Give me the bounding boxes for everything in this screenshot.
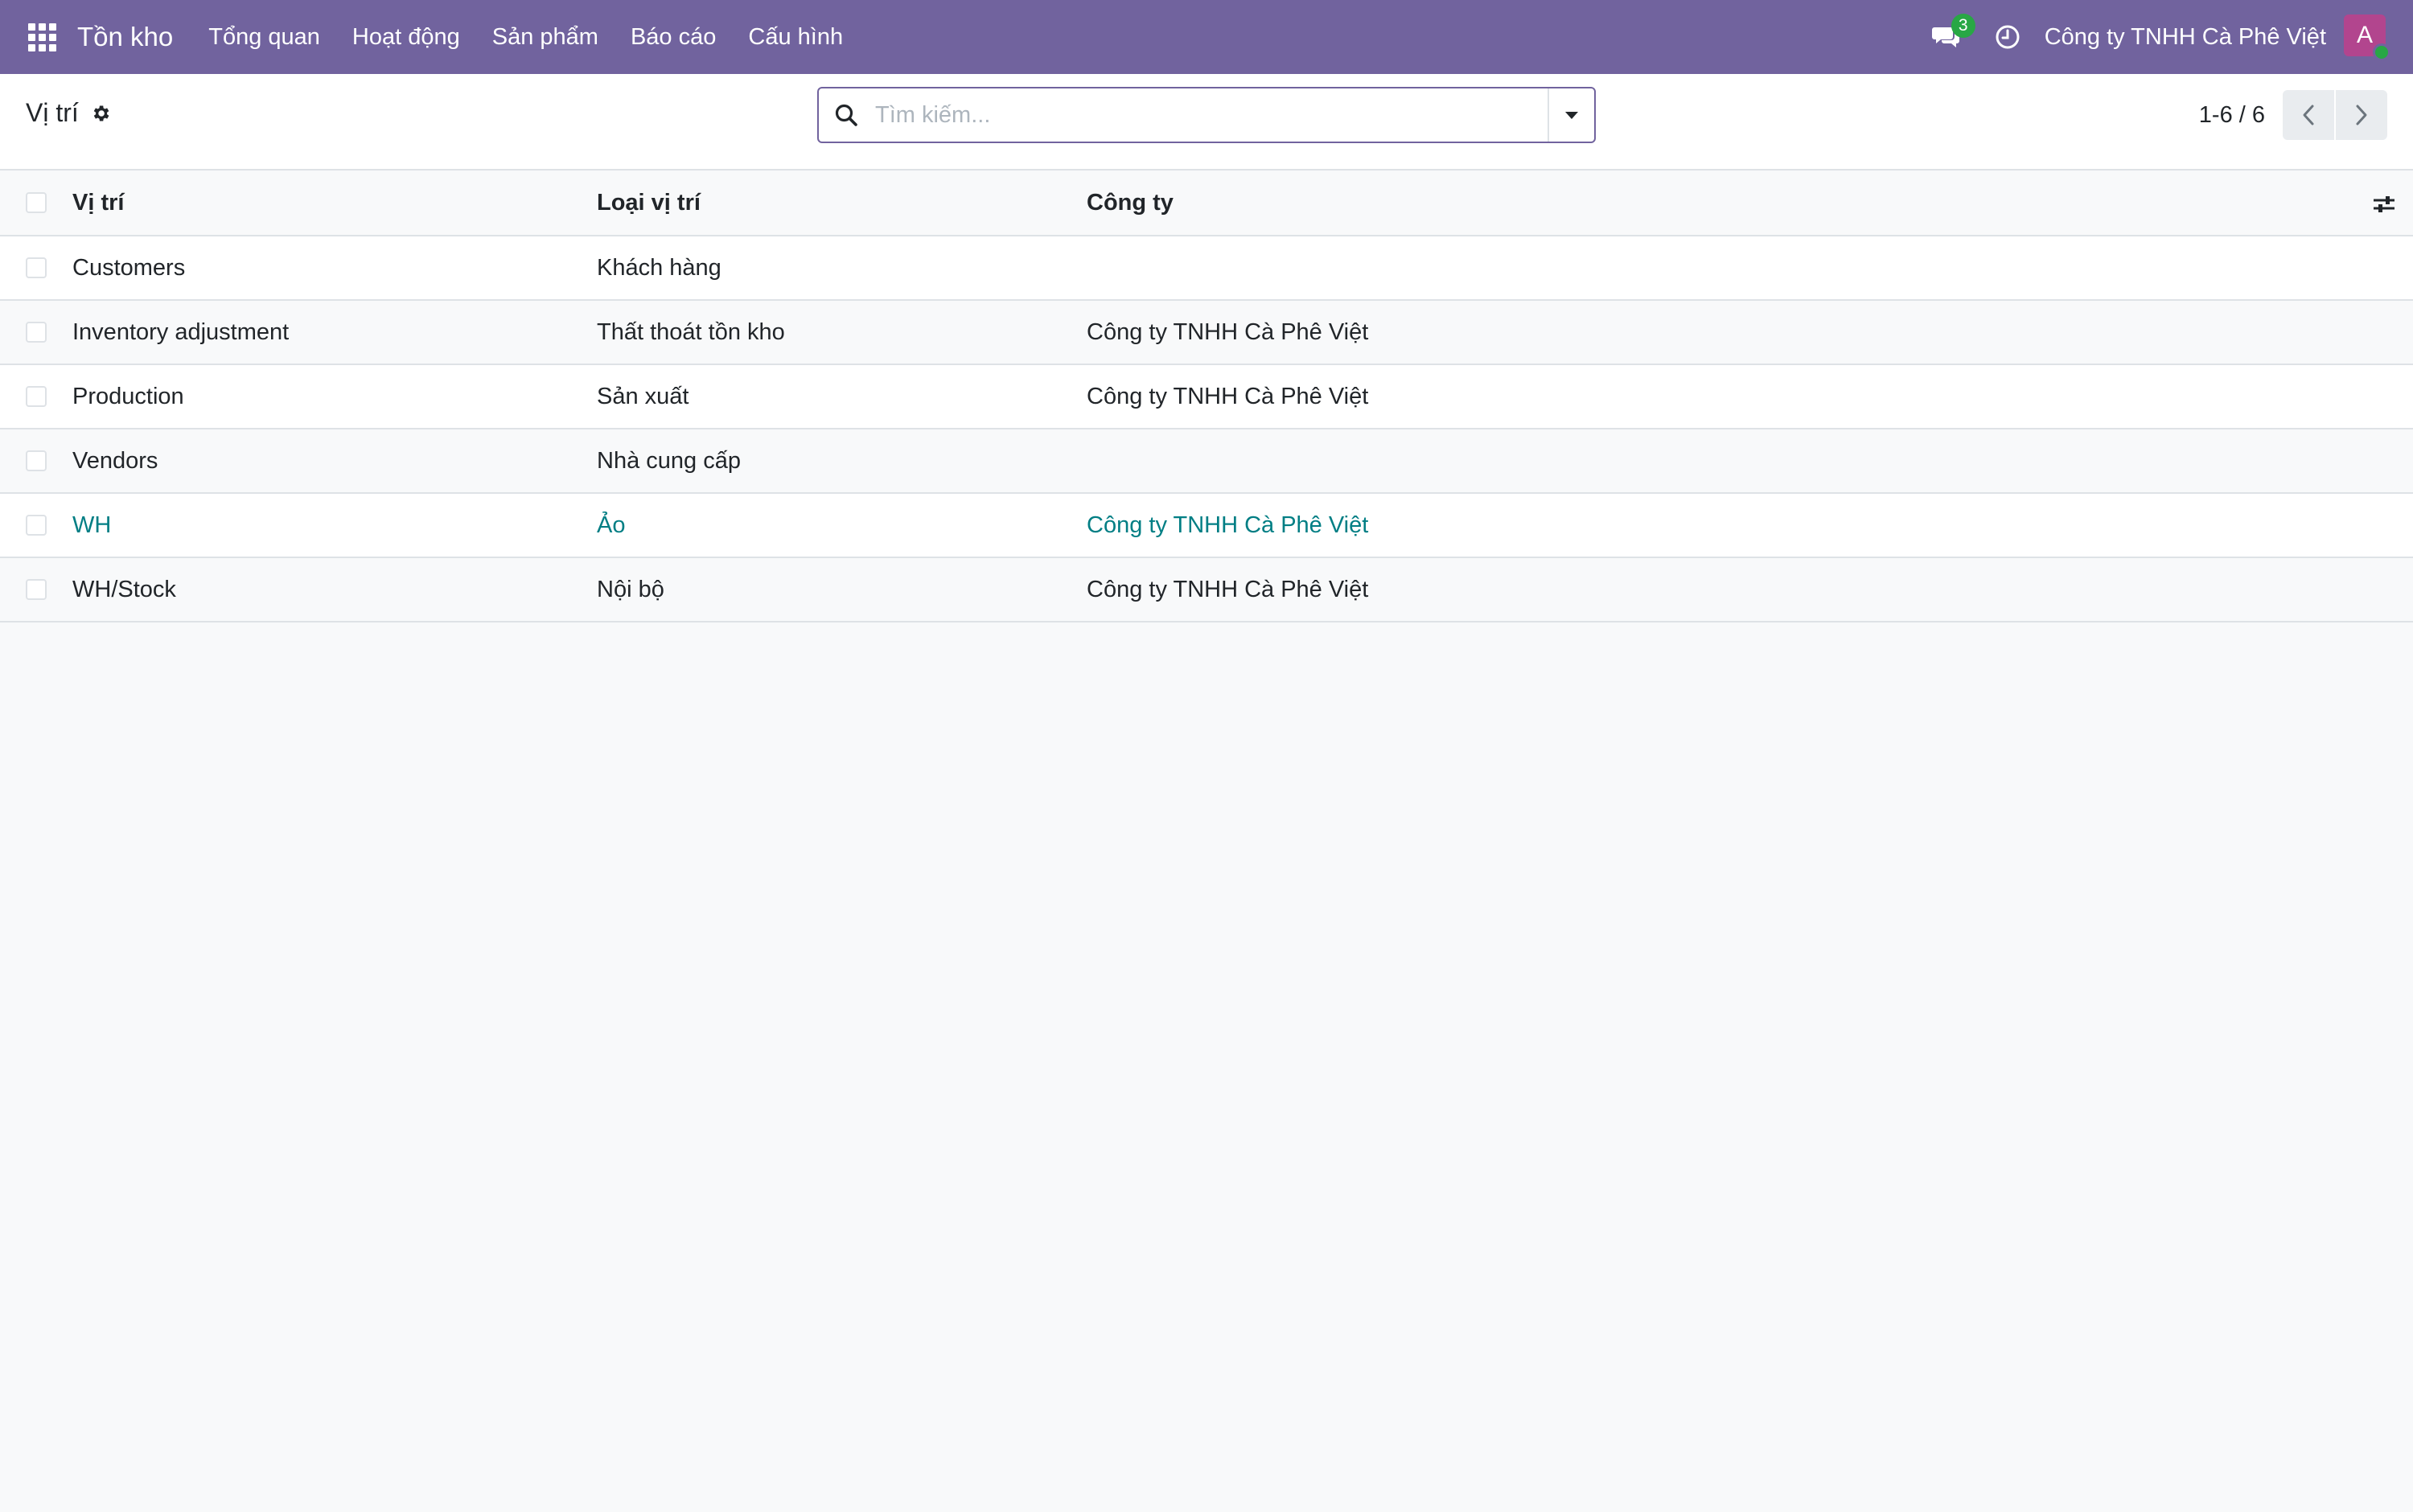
row-checkbox[interactable] xyxy=(26,579,47,600)
cell-location-type: Sản xuất xyxy=(597,383,689,409)
cell-location-type: Thất thoát tồn kho xyxy=(597,318,785,345)
optional-columns-button[interactable] xyxy=(2368,188,2400,220)
cell-location: WH/Stock xyxy=(72,576,176,602)
app-name[interactable]: Tồn kho xyxy=(77,22,173,52)
select-all-checkbox[interactable] xyxy=(26,192,47,213)
pager-value[interactable]: 1-6 / 6 xyxy=(2199,102,2265,129)
cell-location-type: Khách hàng xyxy=(597,254,721,281)
search-bar xyxy=(817,87,1596,143)
row-select-cell xyxy=(0,494,72,557)
chevron-right-icon xyxy=(2356,105,2367,125)
chevron-left-icon xyxy=(2303,105,2314,125)
breadcrumb: Vị trí xyxy=(26,98,113,128)
row-checkbox[interactable] xyxy=(26,515,47,536)
cell-location-type: Nội bộ xyxy=(597,576,664,602)
cell-company: Công ty TNHH Cà Phê Việt xyxy=(1087,318,1369,345)
cell-location: Vendors xyxy=(72,447,158,474)
cell-company: Công ty TNHH Cà Phê Việt xyxy=(1087,383,1369,409)
cell-company: Công ty TNHH Cà Phê Việt xyxy=(1087,576,1369,602)
top-navbar: Tồn kho Tổng quan Hoạt động Sản phẩm Báo… xyxy=(0,0,2413,74)
apps-menu-button[interactable] xyxy=(0,0,84,74)
column-header-company[interactable]: Công ty xyxy=(1087,190,1174,216)
row-select-cell xyxy=(0,365,72,428)
row-select-cell xyxy=(0,301,72,364)
menu-item-reporting[interactable]: Báo cáo xyxy=(615,0,732,74)
locations-table: Vị trí Loại vị trí Công ty Customers Khá… xyxy=(0,171,2413,622)
cell-location: Production xyxy=(72,383,184,409)
pager-previous-button[interactable] xyxy=(2283,90,2334,140)
user-menu-button[interactable]: A xyxy=(2344,14,2390,61)
menu-item-products[interactable]: Sản phẩm xyxy=(476,0,615,74)
search-icon xyxy=(819,88,874,142)
cell-location: Customers xyxy=(72,254,186,281)
table-row[interactable]: Inventory adjustment Thất thoát tồn kho … xyxy=(0,301,2413,365)
clock-icon xyxy=(1996,25,2020,49)
pager-next-button[interactable] xyxy=(2336,90,2387,140)
actions-gear-button[interactable] xyxy=(88,101,113,125)
cell-location-type: Ảo xyxy=(597,512,626,538)
messages-button[interactable]: 3 xyxy=(1916,0,1977,74)
pager: 1-6 / 6 xyxy=(2199,90,2387,140)
gear-icon xyxy=(93,105,109,121)
apps-grid-icon xyxy=(27,23,56,51)
search-input[interactable] xyxy=(874,91,1548,139)
row-checkbox[interactable] xyxy=(26,322,47,343)
table-row[interactable]: WH Ảo Công ty TNHH Cà Phê Việt xyxy=(0,494,2413,558)
cell-location: WH xyxy=(72,512,112,538)
menu-item-overview[interactable]: Tổng quan xyxy=(192,0,336,74)
company-switcher[interactable]: Công ty TNHH Cà Phê Việt xyxy=(2038,24,2344,51)
table-row[interactable]: WH/Stock Nội bộ Công ty TNHH Cà Phê Việt xyxy=(0,558,2413,622)
menu-item-configuration[interactable]: Cấu hình xyxy=(732,0,859,74)
control-panel: Vị trí 1-6 / 6 xyxy=(0,74,2413,171)
cell-location-type: Nhà cung cấp xyxy=(597,447,741,474)
menu-item-operations[interactable]: Hoạt động xyxy=(336,0,476,74)
table-header-row: Vị trí Loại vị trí Công ty xyxy=(0,171,2413,236)
column-header-location-type[interactable]: Loại vị trí xyxy=(597,190,701,216)
row-checkbox[interactable] xyxy=(26,450,47,471)
main-menu: Tổng quan Hoạt động Sản phẩm Báo cáo Cấu… xyxy=(192,0,859,74)
table-row[interactable]: Vendors Nhà cung cấp xyxy=(0,429,2413,494)
row-checkbox[interactable] xyxy=(26,386,47,407)
row-select-cell xyxy=(0,236,72,299)
caret-down-icon xyxy=(1565,112,1578,119)
online-status-dot xyxy=(2373,43,2390,61)
search-options-toggle[interactable] xyxy=(1548,88,1594,142)
select-all-cell xyxy=(0,171,72,235)
table-row[interactable]: Production Sản xuất Công ty TNHH Cà Phê … xyxy=(0,365,2413,429)
page-title: Vị trí xyxy=(26,98,79,127)
cell-location: Inventory adjustment xyxy=(72,318,290,345)
row-select-cell xyxy=(0,558,72,621)
navbar-systray: 3 Công ty TNHH Cà Phê Việt A xyxy=(1916,0,2413,74)
column-header-location[interactable]: Vị trí xyxy=(72,190,124,216)
row-checkbox[interactable] xyxy=(26,257,47,278)
activities-button[interactable] xyxy=(1977,0,2038,74)
cell-company: Công ty TNHH Cà Phê Việt xyxy=(1087,512,1369,538)
messages-count-badge: 3 xyxy=(1951,14,1975,38)
sliders-icon xyxy=(2374,196,2395,212)
row-select-cell xyxy=(0,429,72,492)
table-row[interactable]: Customers Khách hàng xyxy=(0,236,2413,301)
